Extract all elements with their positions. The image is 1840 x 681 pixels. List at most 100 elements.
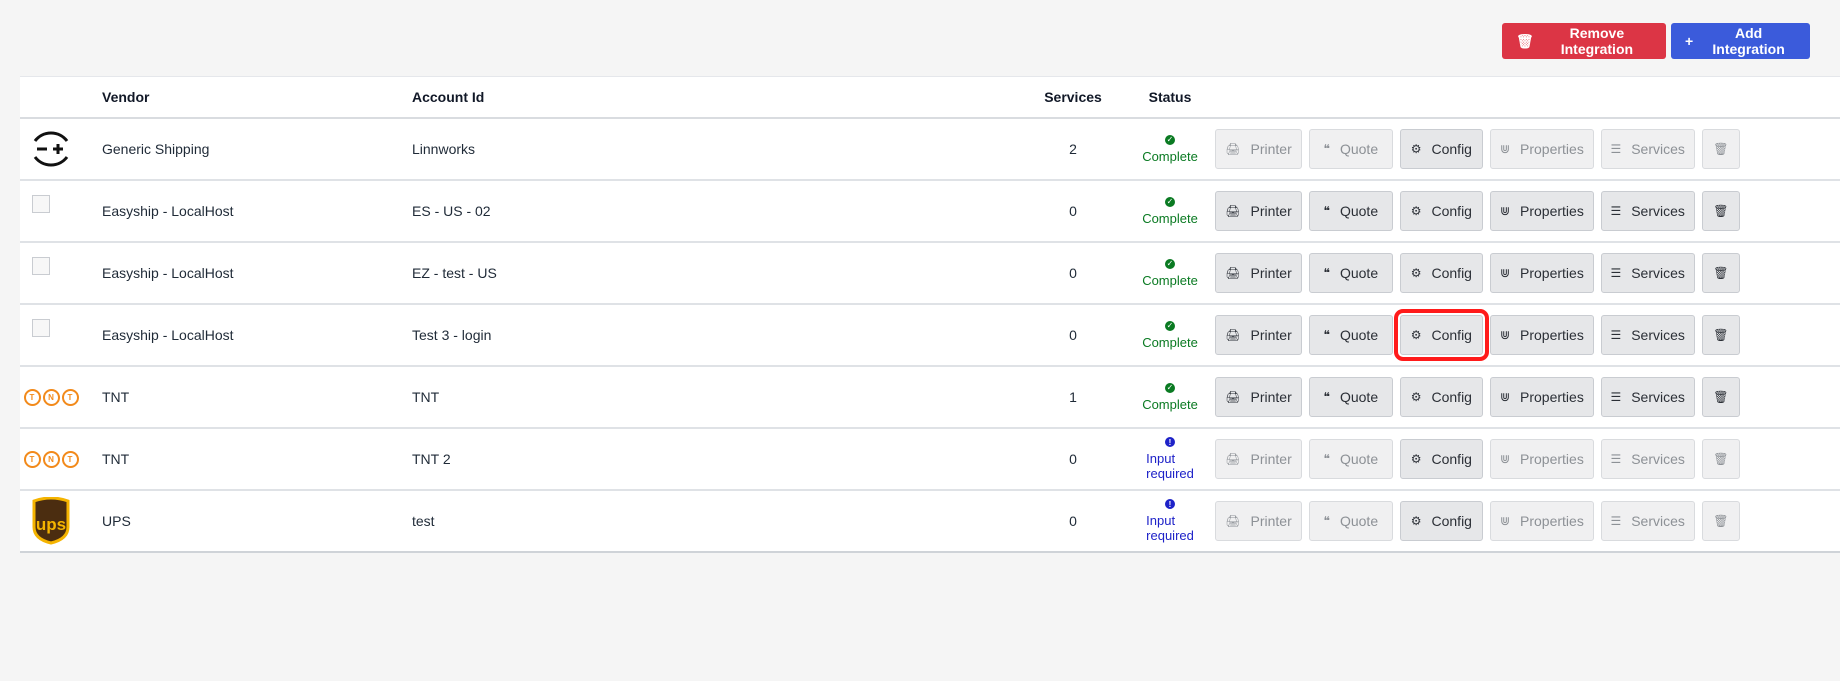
broken-image-icon bbox=[32, 257, 50, 275]
account-id: Linnworks bbox=[412, 141, 476, 157]
magnet-icon: ⋓ bbox=[1499, 328, 1511, 342]
account-id: Test 3 - login bbox=[412, 327, 492, 343]
vendor-logo-cell bbox=[20, 181, 82, 241]
config-button[interactable]: ⚙ Config bbox=[1399, 439, 1484, 479]
quote-label: Quote bbox=[1339, 451, 1379, 467]
services-button[interactable]: ☰ Services bbox=[1600, 129, 1695, 169]
properties-button[interactable]: ⋓ Properties bbox=[1490, 439, 1594, 479]
services-count: 2 bbox=[1069, 141, 1077, 157]
services-button[interactable]: ☰ Services bbox=[1600, 191, 1695, 231]
config-button[interactable]: ⚙ Config bbox=[1393, 309, 1490, 361]
trash-icon: 🗑 bbox=[1713, 142, 1729, 156]
services-label: Services bbox=[1631, 327, 1685, 343]
services-label: Services bbox=[1631, 265, 1685, 281]
vendor-logo-cell bbox=[20, 243, 82, 303]
table-row: ups UPS test 0 ! Input required 🖨 Printer… bbox=[20, 491, 1840, 553]
status-cell: ✓ Complete bbox=[1100, 119, 1198, 179]
config-button[interactable]: ⚙ Config bbox=[1399, 253, 1484, 293]
check-circle-icon: ✓ bbox=[1165, 134, 1175, 145]
services-button[interactable]: ☰ Services bbox=[1600, 439, 1695, 479]
delete-button[interactable]: 🗑 bbox=[1701, 129, 1740, 169]
properties-button[interactable]: ⋓ Properties bbox=[1490, 129, 1594, 169]
config-button[interactable]: ⚙ Config bbox=[1399, 501, 1484, 541]
printer-button[interactable]: 🖨 Printer bbox=[1215, 377, 1303, 417]
config-button[interactable]: ⚙ Config bbox=[1399, 191, 1484, 231]
status-cell: ✓ Complete bbox=[1100, 367, 1198, 427]
delete-button[interactable]: 🗑 bbox=[1701, 501, 1740, 541]
delete-button[interactable]: 🗑 bbox=[1701, 439, 1740, 479]
printer-button[interactable]: 🖨 Printer bbox=[1215, 129, 1303, 169]
printer-button[interactable]: 🖨 Printer bbox=[1215, 439, 1303, 479]
vendor-logo-cell: ups bbox=[20, 491, 82, 551]
table-row: TNT TNT TNT 2 0 ! Input required 🖨 Printe… bbox=[20, 429, 1840, 491]
printer-icon: 🖨 bbox=[1225, 204, 1241, 218]
header-actions bbox=[1190, 77, 1740, 117]
vendor-logo-cell bbox=[20, 119, 82, 179]
services-label: Services bbox=[1631, 389, 1685, 405]
config-button[interactable]: ⚙ Config bbox=[1399, 129, 1484, 169]
status-cell: ✓ Complete bbox=[1100, 181, 1198, 241]
services-button[interactable]: ☰ Services bbox=[1600, 253, 1695, 293]
vendor-logo-cell bbox=[20, 305, 82, 365]
quote-button[interactable]: ❝ Quote bbox=[1309, 129, 1393, 169]
row-actions: 🖨 Printer ❝ Quote ⚙ Config ⋓ Properties ☰ Ser… bbox=[1190, 305, 1740, 365]
account-id: test bbox=[412, 513, 435, 529]
services-label: Services bbox=[1631, 513, 1685, 529]
printer-icon: 🖨 bbox=[1225, 266, 1241, 280]
quote-button[interactable]: ❝ Quote bbox=[1309, 501, 1393, 541]
quote-button[interactable]: ❝ Quote bbox=[1309, 253, 1393, 293]
config-label: Config bbox=[1431, 451, 1472, 467]
printer-icon: 🖨 bbox=[1225, 328, 1241, 342]
quote-icon: ❝ bbox=[1323, 204, 1330, 218]
quote-label: Quote bbox=[1339, 513, 1379, 529]
table-row: Easyship - LocalHost ES - US - 02 0 ✓ Co… bbox=[20, 181, 1840, 243]
vendor-name: Easyship - LocalHost bbox=[102, 203, 234, 219]
properties-label: Properties bbox=[1520, 265, 1584, 281]
quote-button[interactable]: ❝ Quote bbox=[1309, 315, 1393, 355]
printer-button[interactable]: 🖨 Printer bbox=[1215, 191, 1303, 231]
services-label: Services bbox=[1631, 141, 1685, 157]
services-button[interactable]: ☰ Services bbox=[1600, 501, 1695, 541]
trash-icon: 🗑 bbox=[1713, 204, 1729, 218]
printer-label: Printer bbox=[1250, 451, 1292, 467]
properties-button[interactable]: ⋓ Properties bbox=[1490, 191, 1594, 231]
properties-button[interactable]: ⋓ Properties bbox=[1490, 315, 1594, 355]
properties-button[interactable]: ⋓ Properties bbox=[1490, 501, 1594, 541]
properties-button[interactable]: ⋓ Properties bbox=[1490, 377, 1594, 417]
vendor-name: TNT bbox=[102, 389, 130, 405]
services-button[interactable]: ☰ Services bbox=[1600, 315, 1695, 355]
quote-button[interactable]: ❝ Quote bbox=[1309, 191, 1393, 231]
quote-icon: ❝ bbox=[1323, 266, 1330, 280]
delete-button[interactable]: 🗑 bbox=[1701, 253, 1740, 293]
printer-button[interactable]: 🖨 Printer bbox=[1215, 315, 1303, 355]
services-count: 0 bbox=[1069, 327, 1077, 343]
properties-button[interactable]: ⋓ Properties bbox=[1490, 253, 1594, 293]
delete-button[interactable]: 🗑 bbox=[1701, 377, 1740, 417]
gear-icon: ⚙ bbox=[1410, 514, 1422, 528]
integrations-table: Vendor Account Id Services Status Generi… bbox=[20, 76, 1840, 553]
vendor-name: Generic Shipping bbox=[102, 141, 210, 157]
delete-button[interactable]: 🗑 bbox=[1701, 315, 1740, 355]
printer-button[interactable]: 🖨 Printer bbox=[1215, 253, 1303, 293]
config-label: Config bbox=[1431, 327, 1472, 343]
services-count: 0 bbox=[1069, 265, 1077, 281]
exclamation-circle-icon: ! bbox=[1165, 499, 1175, 509]
config-label: Config bbox=[1431, 389, 1472, 405]
status-cell: ✓ Complete bbox=[1100, 305, 1198, 365]
ups-logo-icon: ups bbox=[32, 497, 70, 545]
config-button[interactable]: ⚙ Config bbox=[1399, 377, 1484, 417]
row-actions: 🖨 Printer ❝ Quote ⚙ Config ⋓ Properties ☰ Ser… bbox=[1190, 181, 1740, 241]
quote-button[interactable]: ❝ Quote bbox=[1309, 377, 1393, 417]
printer-button[interactable]: 🖨 Printer bbox=[1215, 501, 1303, 541]
table-row: TNT TNT TNT 1 ✓ Complete 🖨 Printer ❝ Quote… bbox=[20, 367, 1840, 429]
services-count: 0 bbox=[1069, 513, 1077, 529]
delete-button[interactable]: 🗑 bbox=[1701, 191, 1740, 231]
account-id: TNT bbox=[412, 389, 440, 405]
services-button[interactable]: ☰ Services bbox=[1600, 377, 1695, 417]
generic-shipping-icon bbox=[33, 131, 69, 167]
quote-button[interactable]: ❝ Quote bbox=[1309, 439, 1393, 479]
magnet-icon: ⋓ bbox=[1499, 204, 1511, 218]
add-integration-button[interactable]: + Add Integration bbox=[1671, 23, 1810, 59]
quote-icon: ❝ bbox=[1323, 390, 1330, 404]
remove-integration-button[interactable]: 🗑 Remove Integration bbox=[1502, 23, 1666, 59]
